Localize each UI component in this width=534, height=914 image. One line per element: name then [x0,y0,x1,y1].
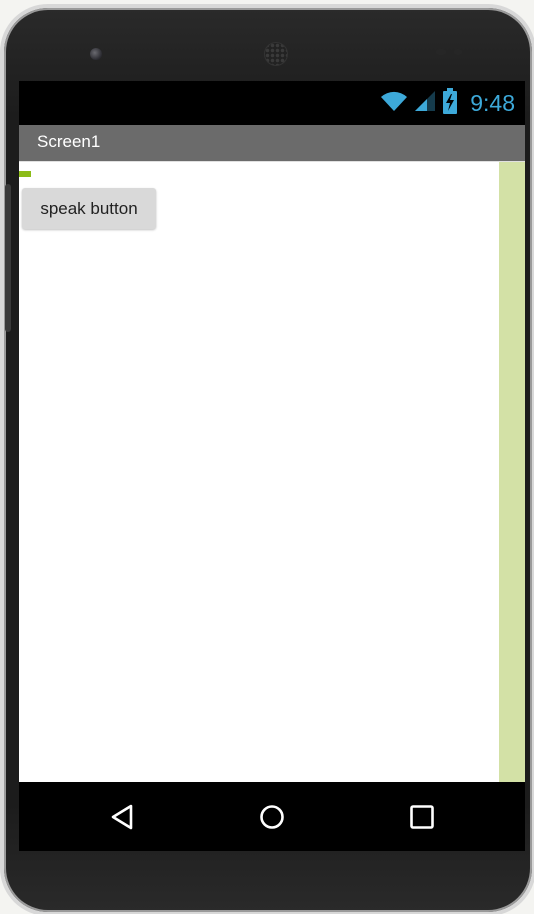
signal-icon [414,90,436,117]
proximity-sensor [436,49,446,55]
status-icons: 9:48 [380,87,515,119]
back-icon[interactable] [107,802,137,832]
selection-marker [19,171,31,177]
status-bar: 9:48 [19,81,525,125]
speak-button[interactable]: speak button [22,188,156,229]
scroll-strip [499,162,525,782]
app-title-bar: Screen1 [19,125,525,161]
battery-charging-icon [442,87,458,119]
earpiece-speaker [264,42,288,66]
status-time: 9:48 [470,89,515,116]
side-volume-button [5,184,11,332]
front-camera [90,48,102,60]
screen-title: Screen1 [37,132,101,151]
wifi-icon [380,90,408,117]
light-sensor [454,49,462,55]
home-icon[interactable] [257,802,287,832]
recents-icon[interactable] [407,802,437,832]
navigation-bar [19,782,525,851]
screen-content: speak button [19,161,525,782]
phone-frame: 9:48 Screen1 speak button [4,8,532,912]
device-screen: 9:48 Screen1 speak button [19,81,525,851]
